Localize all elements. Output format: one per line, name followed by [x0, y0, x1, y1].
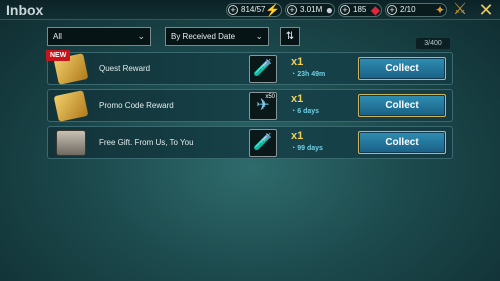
- arena-token-value: 2/10: [400, 5, 416, 14]
- silver-value: 3.01M: [300, 5, 323, 14]
- chest-gift-icon: [56, 130, 86, 156]
- chevron-down-icon: ⌄: [137, 31, 145, 41]
- arena-token-counter[interactable]: + 2/10 ✦: [385, 3, 447, 17]
- expiry-timer: ◔ 99 days: [291, 145, 323, 152]
- reward-quantity: x1: [291, 93, 304, 105]
- sort-select[interactable]: By Received Date ⌄: [165, 27, 269, 46]
- gem-icon: ◆: [370, 3, 380, 17]
- reward-quantity: x1: [291, 130, 304, 142]
- arena-token-icon: ✦: [434, 3, 445, 17]
- sort-order-button[interactable]: ⇅: [280, 27, 300, 46]
- mail-row[interactable]: Free Gift. From Us, To You 🧪 x1 ◔ 99 days…: [47, 126, 453, 159]
- expiry-time: 23h 49m: [297, 71, 326, 78]
- sort-select-value: By Received Date: [171, 32, 236, 41]
- category-select[interactable]: All ⌄: [47, 27, 151, 46]
- energy-value: 814/57: [241, 5, 266, 14]
- clock-icon: ◔: [291, 145, 296, 152]
- expiry-time: 6 days: [297, 108, 320, 115]
- clock-icon: ◔: [291, 108, 296, 115]
- mail-subject: Quest Reward: [99, 64, 151, 73]
- clock-icon: ◔: [291, 71, 296, 78]
- page-title: Inbox: [6, 2, 44, 18]
- new-badge: NEW: [46, 50, 71, 61]
- expiry-timer: ◔ 23h 49m: [291, 71, 325, 78]
- gold-gift-icon: [53, 90, 89, 122]
- mail-row[interactable]: NEW Quest Reward 🧪 x1 ◔ 23h 49m Collect: [46, 50, 453, 85]
- plus-icon[interactable]: +: [340, 5, 350, 15]
- top-bar: Inbox + 814/57 ⚡ + 3.01M ● + 185 ◆ + 2/1…: [0, 0, 500, 20]
- energy-icon: ⚡: [265, 3, 280, 17]
- collect-button[interactable]: Collect: [358, 131, 446, 154]
- mail-subject: Free Gift. From Us, To You: [99, 138, 194, 147]
- mail-counter: 3/400: [416, 38, 450, 49]
- sort-order-icon: ⇅: [285, 31, 295, 42]
- reward-item[interactable]: ✈ x50: [249, 92, 277, 120]
- reward-item[interactable]: 🧪: [249, 129, 277, 157]
- silver-icon: ●: [325, 3, 333, 17]
- sword-icon: ⚔: [452, 1, 468, 18]
- mail-row[interactable]: Promo Code Reward ✈ x50 x1 ◔ 6 days Colle…: [47, 89, 453, 122]
- reward-stack-count: x50: [265, 94, 275, 100]
- chevron-down-icon: ⌄: [255, 31, 263, 41]
- reward-quantity: x1: [291, 56, 304, 68]
- collect-button[interactable]: Collect: [358, 57, 446, 80]
- plus-icon[interactable]: +: [228, 5, 238, 15]
- energy-counter[interactable]: + 814/57 ⚡: [226, 3, 282, 17]
- plus-icon[interactable]: +: [387, 5, 397, 15]
- potion-icon: 🧪: [253, 60, 273, 77]
- reward-item[interactable]: 🧪: [249, 55, 277, 83]
- gem-counter[interactable]: + 185 ◆: [338, 3, 382, 17]
- collect-button[interactable]: Collect: [358, 94, 446, 117]
- mail-subject: Promo Code Reward: [99, 101, 174, 110]
- potion-icon: 🧪: [253, 134, 273, 151]
- plus-icon[interactable]: +: [287, 5, 297, 15]
- category-select-value: All: [53, 32, 62, 41]
- gem-value: 185: [353, 5, 367, 14]
- expiry-timer: ◔ 6 days: [291, 108, 319, 115]
- expiry-time: 99 days: [297, 145, 323, 152]
- close-button[interactable]: ✕: [476, 0, 496, 20]
- silver-counter[interactable]: + 3.01M ●: [285, 3, 335, 17]
